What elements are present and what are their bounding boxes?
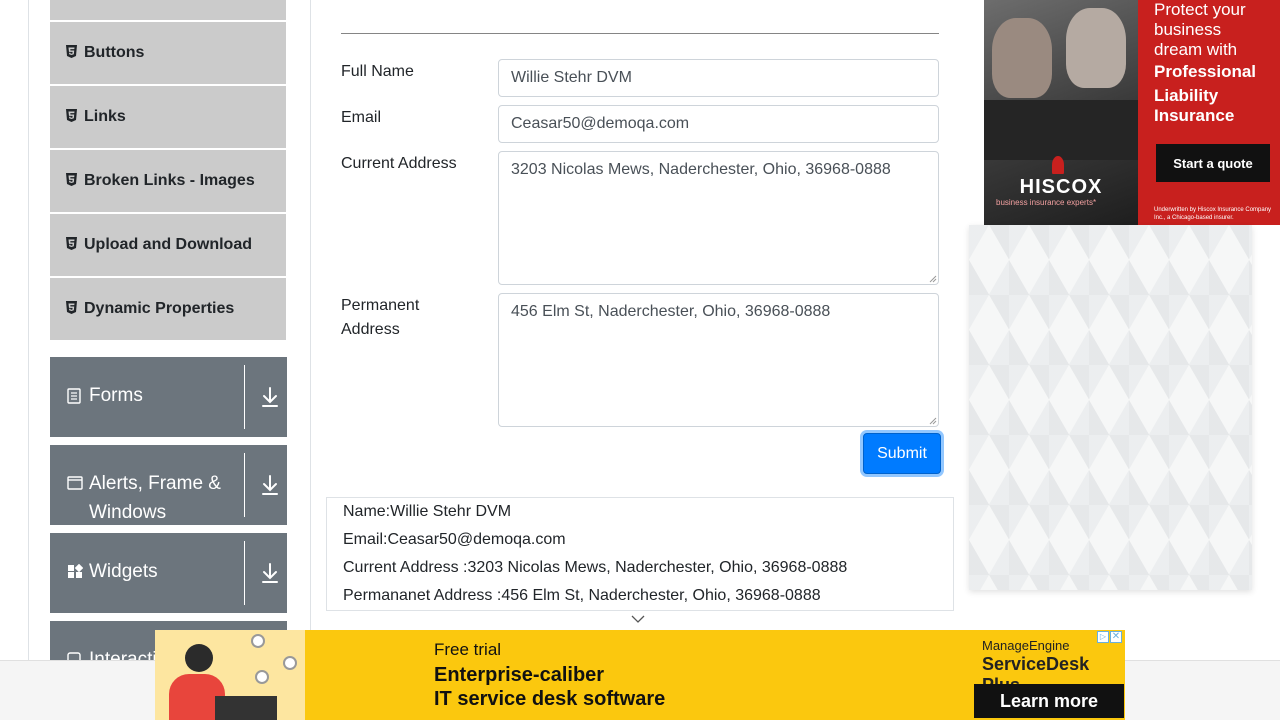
sidebar-item-label: Broken Links - Images [84,172,255,189]
html5-icon [65,173,78,189]
close-icon[interactable]: ✕ [1110,631,1122,643]
ad-line: Enterprise-caliber [434,664,605,686]
ad-line: Free trial [434,640,502,659]
sidebar-item-previous[interactable] [50,0,286,20]
laptop-icon [215,696,277,720]
ad-line: dream with [1154,40,1238,59]
permanent-address-label-line2: Address [341,321,400,338]
ad-brand: ManageEngine [982,638,1070,653]
ad-background-pattern [969,225,1252,590]
full-name-input[interactable] [498,59,939,97]
ad-photo: HISCOX business insurance experts* [984,0,1138,225]
sidebar-group-label: Forms [89,385,143,406]
network-node-icon [283,656,297,670]
hiscox-logo-icon [1052,156,1064,174]
email-label: Email [341,109,382,126]
left-gutter-line [28,0,29,720]
sidebar-group-alerts[interactable]: Alerts, Frame & Windows [50,445,287,525]
email-input[interactable] [498,105,939,143]
sidebar-item-label: Links [84,108,126,125]
person-graphic [992,18,1052,98]
separator [244,541,245,605]
apron-graphic [984,100,1138,160]
ad-line-bold: Professional [1154,62,1257,81]
document-icon [67,388,81,409]
ad-line: Protect your [1154,0,1246,19]
chevron-down-icon[interactable] [631,614,645,624]
output-permanent-address: Permananet Address :456 Elm St, Naderche… [343,587,821,604]
sidebar-item-buttons[interactable]: Buttons [50,22,286,84]
html5-icon [65,237,78,253]
widgets-icon [67,563,84,585]
output-current-address: Current Address :3203 Nicolas Mews, Nade… [343,559,848,576]
permanent-address-label: Permanent [341,297,420,314]
sidebar-divider [310,0,311,720]
ad-line-bold: Insurance [1154,106,1235,125]
adchoices-icon[interactable]: ▷ [1097,631,1109,643]
sidebar-item-label: Upload and Download [84,236,252,253]
ad-fine-print: Underwritten by Hiscox Insurance Company… [1154,207,1272,221]
person-graphic [1066,8,1126,88]
ad-headline: Protect your business dream with Profess… [1154,0,1278,126]
html5-icon [65,45,78,61]
ad-tagline: business insurance experts* [996,198,1097,207]
sidebar-group-widgets[interactable]: Widgets [50,533,287,613]
divider [341,33,939,34]
sidebar-group-label: Widgets [89,561,158,582]
separator [244,453,245,517]
resize-grip-icon[interactable] [929,275,937,283]
download-arrow-icon[interactable] [259,473,281,497]
sidebar-item-label: Buttons [84,44,145,61]
sidebar-item-label: Dynamic Properties [84,300,235,317]
sidebar-group-forms[interactable]: Forms [50,357,287,437]
person-head-graphic [185,644,213,672]
ad-line-bold: Liability [1154,86,1219,105]
output-name: Name:Willie Stehr DVM [343,503,512,520]
sidebar-item-dynamic-properties[interactable]: Dynamic Properties [50,278,286,340]
sidebar-group-label: Alerts, Frame & [89,473,221,494]
separator [244,365,245,429]
network-node-icon [255,670,269,684]
download-arrow-icon[interactable] [259,385,281,409]
sidebar-item-links[interactable]: Links [50,86,286,148]
html5-icon [65,109,78,125]
download-arrow-icon[interactable] [259,561,281,585]
ad-banner-bottom[interactable]: Free trial Enterprise-caliber IT service… [155,630,1125,720]
resize-grip-icon[interactable] [929,417,937,425]
output-panel: Name:Willie Stehr DVM Email:Ceasar50@dem… [326,497,954,611]
ad-cta-button[interactable]: Start a quote [1156,144,1270,182]
current-address-label: Current Address [341,155,457,172]
ad-illustration [155,630,305,720]
ad-cta-button[interactable]: Learn more [974,684,1124,718]
sidebar-item-broken-links[interactable]: Broken Links - Images [50,150,286,212]
ad-line: IT service desk software [434,688,666,710]
window-icon [67,476,83,495]
submit-button[interactable]: Submit [863,433,941,474]
full-name-label: Full Name [341,63,414,80]
permanent-address-textarea[interactable]: 456 Elm St, Naderchester, Ohio, 36968-08… [498,293,939,427]
current-address-textarea[interactable]: 3203 Nicolas Mews, Naderchester, Ohio, 3… [498,151,939,285]
ad-banner-right[interactable]: HISCOX business insurance experts* Prote… [984,0,1280,225]
sidebar-group-label-line2: Windows [89,502,167,523]
html5-icon [65,301,78,317]
sidebar-item-upload-download[interactable]: Upload and Download [50,214,286,276]
network-node-icon [251,634,265,648]
ad-brand: HISCOX [1019,176,1103,198]
ad-line: business [1154,20,1222,39]
output-email: Email:Ceasar50@demoqa.com [343,531,566,548]
